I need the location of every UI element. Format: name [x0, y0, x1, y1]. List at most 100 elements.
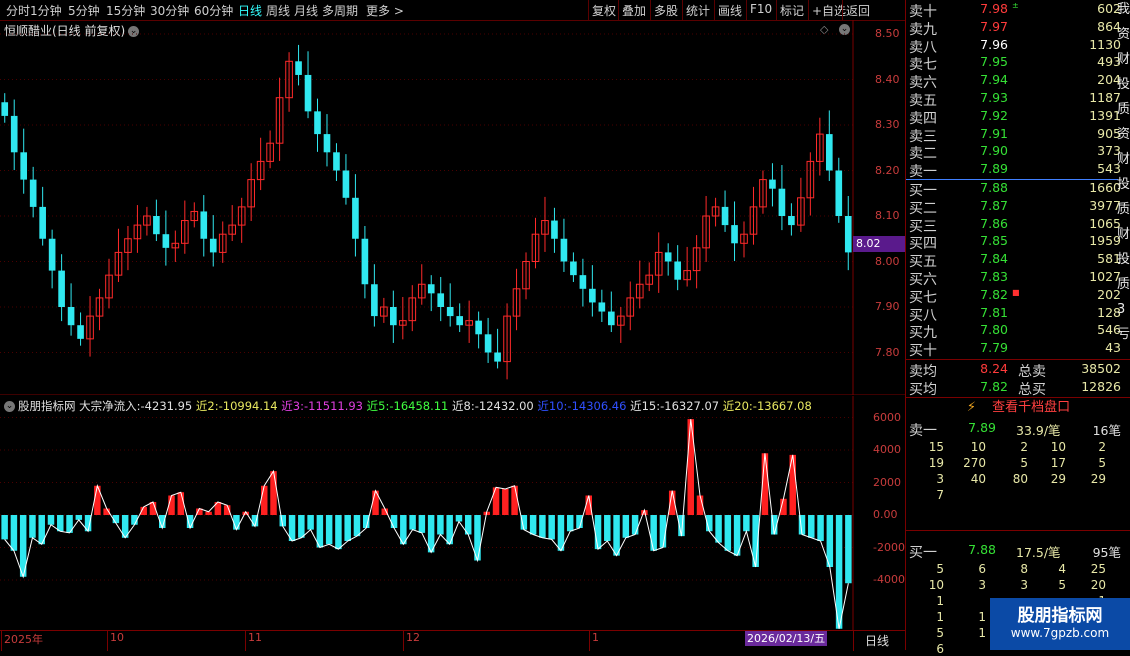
flow-bar	[613, 515, 620, 556]
side-char: 财	[1117, 152, 1130, 167]
toolbar-tab-9[interactable]: 多周期	[322, 2, 358, 19]
order-book-row[interactable]: 卖六 7.94 204	[908, 72, 1122, 91]
toolbar-tab-7[interactable]: 周线	[266, 2, 290, 19]
candle-body	[153, 216, 160, 235]
order-book-row[interactable]: 卖四 7.92 1391	[908, 108, 1122, 127]
toolbar-tab-8[interactable]: 月线	[294, 2, 318, 19]
order-book-row[interactable]: 卖二 7.90 373	[908, 143, 1122, 162]
order-book-row[interactable]: 卖五 7.93 1187	[908, 90, 1122, 109]
order-price: 7.98	[980, 1, 1008, 16]
order-book-row[interactable]: 买八 7.81 128	[908, 304, 1122, 324]
order-book-row[interactable]: 买一 7.88 1660	[908, 180, 1122, 199]
toolbar-tab-10[interactable]: 更多 >	[366, 2, 404, 19]
order-book-row[interactable]: 卖一 7.89 543	[908, 161, 1122, 180]
order-book-row[interactable]: 买九 7.80 546	[908, 322, 1122, 341]
candle-body	[664, 252, 672, 262]
order-book-row[interactable]: 买四 7.85 1959	[908, 233, 1122, 252]
order-book-row[interactable]: 买二 7.87 3977	[908, 197, 1122, 217]
current-price-tag: 8.02	[853, 236, 905, 252]
toolbar-tab-6[interactable]: 日线	[238, 2, 262, 19]
queue-tick: 40	[970, 472, 986, 486]
toolbar-button-1[interactable]: 叠加	[622, 2, 646, 19]
axis-border	[853, 631, 854, 651]
side-char: 财	[1117, 227, 1130, 242]
order-book-row[interactable]: 买三 7.86 1065	[908, 216, 1122, 235]
flow-bar	[260, 485, 268, 515]
order-volume: 864	[1097, 18, 1121, 34]
flow-bar	[270, 471, 277, 515]
order-book-row[interactable]: 卖十 7.98 ±602	[908, 1, 1122, 20]
date-tick	[589, 631, 590, 651]
toolbar-tab-4[interactable]: 30分钟	[150, 2, 189, 19]
toolbar-button-4[interactable]: 画线	[718, 2, 742, 19]
order-price: 7.88	[980, 180, 1008, 195]
candle-body	[446, 307, 454, 317]
side-char: 质	[1117, 277, 1130, 292]
order-book-row[interactable]: 卖八 7.96 1130	[908, 37, 1122, 56]
order-volume: 602	[1097, 1, 1121, 16]
candle-body	[29, 179, 37, 207]
flow-bar	[353, 515, 361, 537]
order-price: 7.81	[980, 304, 1008, 320]
candle-body	[323, 134, 331, 153]
toolbar-button-3[interactable]: 统计	[686, 2, 710, 19]
period-label[interactable]: 日线	[865, 632, 889, 649]
sell-buy-divider	[906, 179, 1118, 180]
queue-label: 买一	[909, 545, 937, 561]
queue-tick: 7	[936, 488, 944, 502]
toolbar-button-5[interactable]: F10	[750, 2, 772, 16]
queue-tick: 3	[936, 472, 944, 486]
candle-body	[209, 238, 217, 253]
order-book-row[interactable]: 买六 7.83 1027	[908, 269, 1122, 288]
order-volume: 905	[1097, 125, 1121, 141]
toolbar-tab-0[interactable]: 分时	[6, 2, 30, 19]
queue-price: 7.88	[968, 542, 996, 557]
toolbar-button-0[interactable]: 复权	[592, 2, 616, 19]
toolbar-button-8[interactable]: 返回	[846, 2, 870, 19]
order-book-row[interactable]: 买七 7.82 ■ 202	[908, 286, 1122, 306]
order-price: 7.82	[980, 286, 1008, 302]
view-qiandang-button[interactable]: ⚡ 查看千档盘口	[906, 398, 1130, 418]
lightning-icon: ⚡	[966, 400, 977, 415]
flow-bar	[177, 492, 185, 515]
candle-body	[342, 170, 350, 198]
toolbar-button-6[interactable]: 标记	[780, 2, 804, 19]
order-book-row[interactable]: 卖三 7.91 905	[908, 125, 1122, 145]
queue-tick: 5	[1020, 456, 1028, 470]
queue-tick: 3	[1020, 578, 1028, 592]
toolbar-tab-1[interactable]: 1分钟	[30, 2, 62, 19]
candle-body	[314, 111, 321, 135]
toolbar-button-7[interactable]: +自选	[812, 2, 846, 19]
side-char: 3	[1117, 302, 1126, 317]
order-book-row[interactable]: 买五 7.84 581	[908, 251, 1122, 270]
average-row: 买均 7.82 总买 12826	[908, 379, 1122, 398]
toolbar-tab-2[interactable]: 5分钟	[68, 2, 100, 19]
candle-body	[304, 74, 312, 112]
order-price: 7.79	[980, 340, 1008, 356]
toolbar-separator	[650, 0, 651, 20]
flow-bar	[455, 515, 463, 522]
order-volume: 202	[1097, 286, 1121, 302]
flow-bar	[724, 515, 732, 551]
order-price: 7.89	[980, 161, 1008, 177]
toolbar-button-2[interactable]: 多股	[654, 2, 678, 19]
order-price: 7.91	[980, 125, 1008, 141]
queue-tick: 10	[1050, 440, 1066, 454]
queue-tick: 6	[936, 642, 944, 656]
total-volume: 12826	[1081, 379, 1121, 394]
candlestick-chart[interactable]	[0, 20, 905, 395]
average-price: 7.82	[980, 379, 1008, 394]
toolbar-tab-3[interactable]: 15分钟	[106, 2, 145, 19]
queue-tick: 29	[1050, 472, 1066, 486]
order-volume: 581	[1097, 251, 1121, 267]
qiandang-label: 查看千档盘口	[992, 400, 1071, 415]
order-book-row[interactable]: 买十 7.79 43	[908, 340, 1122, 360]
side-char: 投	[1117, 177, 1130, 192]
indicator-chart[interactable]	[0, 396, 905, 630]
order-level-label: 买十	[909, 343, 937, 360]
order-volume: 3977	[1089, 197, 1121, 213]
order-book-row[interactable]: 卖七 7.95 493	[908, 54, 1122, 73]
toolbar-tab-5[interactable]: 60分钟	[194, 2, 233, 19]
order-book-row[interactable]: 卖九 7.97 864	[908, 18, 1122, 38]
candle-body	[769, 179, 776, 189]
